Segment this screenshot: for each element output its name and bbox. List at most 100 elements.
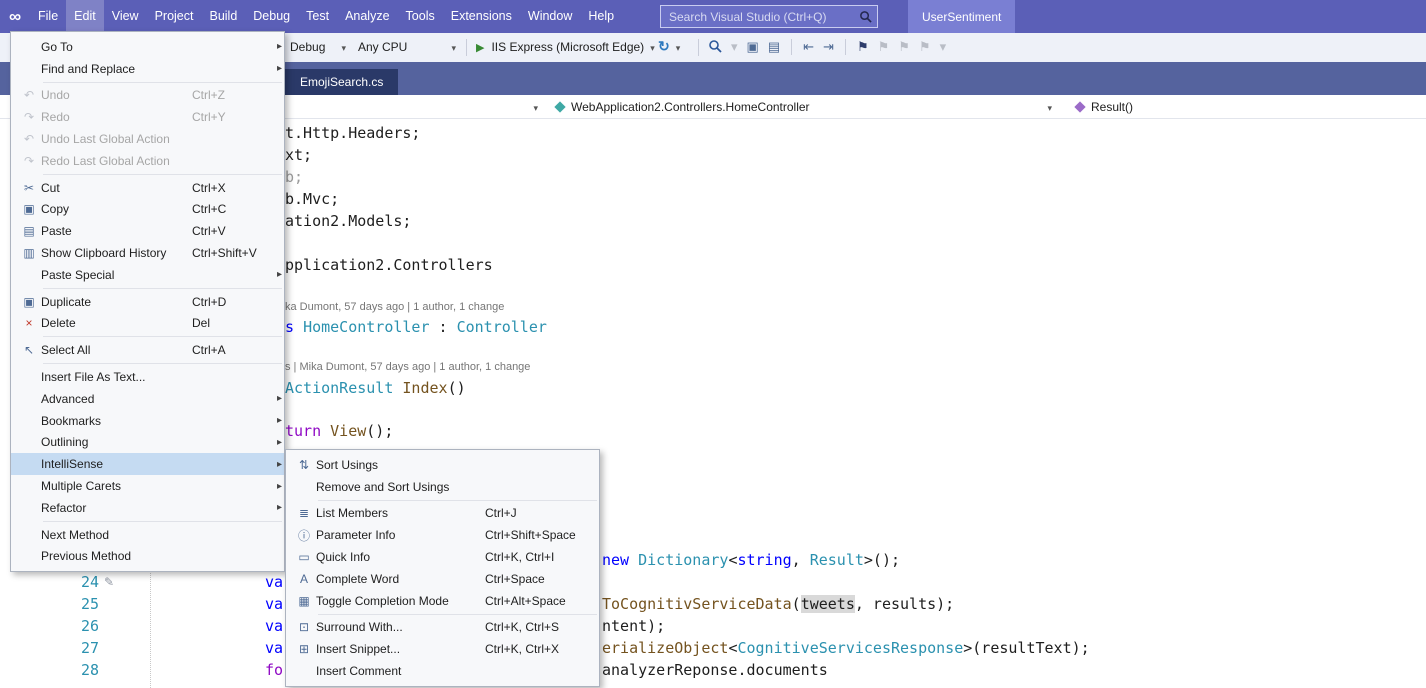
- menu-item-label: Undo Last Global Action: [41, 132, 192, 146]
- menu-debug[interactable]: Debug: [245, 0, 298, 33]
- submenu-arrow-icon: ▸: [270, 502, 282, 513]
- menu-tools[interactable]: Tools: [398, 0, 443, 33]
- menu-item-select-all[interactable]: ↖Select AllCtrl+A: [11, 339, 284, 361]
- search-box[interactable]: [660, 5, 878, 28]
- menu-item-outlining[interactable]: Outlining▸: [11, 432, 284, 454]
- toggle-completion-mode-icon: ▦: [292, 594, 316, 608]
- line-number: 24: [55, 573, 99, 591]
- menu-window[interactable]: Window: [520, 0, 580, 33]
- menu-item-label: Surround With...: [316, 620, 485, 634]
- submenu-arrow-icon: ▸: [270, 41, 282, 52]
- menu-item-multiple-carets[interactable]: Multiple Carets▸: [11, 475, 284, 497]
- code-token: b.Mvc;: [285, 190, 339, 208]
- line-number: 26: [55, 617, 99, 635]
- menu-item-cut[interactable]: ✂CutCtrl+X: [11, 177, 284, 199]
- submenu-arrow-icon: ▸: [270, 393, 282, 404]
- code-line: fo: [265, 661, 283, 679]
- menu-item-find-and-replace[interactable]: Find and Replace▸: [11, 58, 284, 80]
- menu-item-label: Duplicate: [41, 295, 192, 309]
- menu-item-duplicate[interactable]: ▣DuplicateCtrl+D: [11, 291, 284, 313]
- solution-name[interactable]: UserSentiment: [908, 0, 1015, 33]
- menu-item-copy[interactable]: ▣CopyCtrl+C: [11, 199, 284, 221]
- menu-item-label: Quick Info: [316, 550, 485, 564]
- menu-item-insert-comment[interactable]: Insert Comment: [286, 660, 599, 682]
- line-number: 25: [55, 595, 99, 613]
- menu-item-insert-file-as-text[interactable]: Insert File As Text...: [11, 366, 284, 388]
- menu-separator: [43, 288, 282, 289]
- search-input[interactable]: [661, 6, 853, 27]
- code-line: va: [265, 573, 283, 591]
- code-token: CognitiveServicesResponse: [737, 639, 963, 657]
- menu-item-paste-special[interactable]: Paste Special▸: [11, 264, 284, 286]
- menu-item-intellisense[interactable]: IntelliSense▸: [11, 453, 284, 475]
- menu-item-surround-with[interactable]: ⊡Surround With...Ctrl+K, Ctrl+S: [286, 617, 599, 639]
- menu-item-parameter-info[interactable]: ⓘParameter InfoCtrl+Shift+Space: [286, 524, 599, 546]
- menu-edit[interactable]: Edit: [66, 0, 104, 33]
- code-line: ation2.Models;: [285, 212, 411, 230]
- code-token: new: [602, 551, 629, 569]
- menu-item-refactor[interactable]: Refactor▸: [11, 497, 284, 519]
- duplicate-icon: ▣: [17, 295, 41, 309]
- menu-item-sort-usings[interactable]: ⇅Sort Usings: [286, 454, 599, 476]
- sort-usings-icon: ⇅: [292, 458, 316, 472]
- menu-build[interactable]: Build: [201, 0, 245, 33]
- submenu-arrow-icon: ▸: [270, 415, 282, 426]
- menu-item-list-members[interactable]: ≣List MembersCtrl+J: [286, 503, 599, 525]
- visual-studio-logo-icon: ∞: [0, 7, 30, 27]
- code-token: View: [330, 422, 366, 440]
- search-icon[interactable]: [853, 6, 877, 27]
- menu-item-go-to[interactable]: Go To▸: [11, 36, 284, 58]
- menu-item-label: Parameter Info: [316, 528, 485, 542]
- menu-item-quick-info[interactable]: ▭Quick InfoCtrl+K, Ctrl+I: [286, 546, 599, 568]
- code-token: s: [285, 318, 303, 336]
- menu-item-label: Complete Word: [316, 572, 485, 586]
- quick-info-icon: ▭: [292, 550, 316, 564]
- menu-item-paste[interactable]: ▤PasteCtrl+V: [11, 220, 284, 242]
- menu-item-previous-method[interactable]: Previous Method: [11, 546, 284, 568]
- menu-file[interactable]: File: [30, 0, 66, 33]
- menu-extensions[interactable]: Extensions: [443, 0, 520, 33]
- menu-analyze[interactable]: Analyze: [337, 0, 397, 33]
- code-line: va: [265, 639, 283, 657]
- clipboard-history-icon: ▥: [17, 246, 41, 260]
- quick-actions-pencil-icon[interactable]: ✎: [104, 575, 114, 589]
- submenu-arrow-icon: ▸: [270, 437, 282, 448]
- code-token: t.Http.Headers;: [285, 124, 420, 142]
- insert-snippet-icon: ⊞: [292, 642, 316, 656]
- menu-item-bookmarks[interactable]: Bookmarks▸: [11, 410, 284, 432]
- code-token: >(resultText);: [963, 639, 1089, 657]
- code-line: b;: [285, 168, 303, 186]
- menu-item-delete[interactable]: ×DeleteDel: [11, 313, 284, 335]
- menu-item-label: Next Method: [41, 528, 192, 542]
- code-token: HomeController: [303, 318, 429, 336]
- code-token: Controller: [457, 318, 547, 336]
- menu-item-toggle-completion-mode[interactable]: ▦Toggle Completion ModeCtrl+Alt+Space: [286, 590, 599, 612]
- menu-project[interactable]: Project: [147, 0, 202, 33]
- menu-item-remove-and-sort-usings[interactable]: Remove and Sort Usings: [286, 476, 599, 498]
- code-token: ntent);: [602, 617, 665, 635]
- menu-test[interactable]: Test: [298, 0, 337, 33]
- indent-guide: [150, 568, 151, 688]
- code-line: turn View();: [285, 422, 393, 440]
- menu-item-shortcut: Ctrl+Space: [485, 572, 585, 586]
- code-line: pplication2.Controllers: [285, 256, 493, 274]
- menu-view[interactable]: View: [104, 0, 147, 33]
- menu-item-label: Insert Snippet...: [316, 642, 485, 656]
- titlebar: ∞ FileEditViewProjectBuildDebugTestAnaly…: [0, 0, 1426, 33]
- menu-item-shortcut: Ctrl+Alt+Space: [485, 594, 585, 608]
- menu-item-label: Previous Method: [41, 549, 192, 563]
- code-token: va: [265, 617, 283, 635]
- code-token: b;: [285, 168, 303, 186]
- menu-item-insert-snippet[interactable]: ⊞Insert Snippet...Ctrl+K, Ctrl+X: [286, 638, 599, 660]
- code-token: [629, 551, 638, 569]
- menu-item-advanced[interactable]: Advanced▸: [11, 388, 284, 410]
- menu-item-complete-word[interactable]: AComplete WordCtrl+Space: [286, 568, 599, 590]
- menu-item-label: Redo Last Global Action: [41, 154, 192, 168]
- menu-item-shortcut: Ctrl+J: [485, 506, 585, 520]
- menu-item-shortcut: Ctrl+C: [192, 202, 270, 216]
- menu-help[interactable]: Help: [580, 0, 622, 33]
- menu-item-show-clipboard-history[interactable]: ▥Show Clipboard HistoryCtrl+Shift+V: [11, 242, 284, 264]
- menu-item-shortcut: Ctrl+Z: [192, 88, 270, 102]
- menu-item-next-method[interactable]: Next Method: [11, 524, 284, 546]
- code-line: analyzerReponse.documents: [602, 661, 828, 679]
